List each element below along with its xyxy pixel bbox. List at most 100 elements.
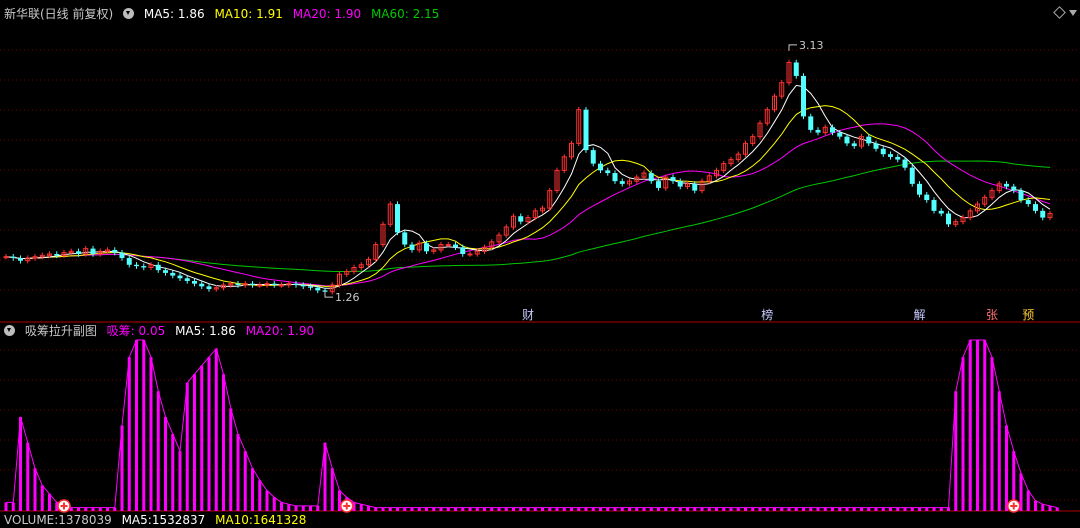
xichou-bar — [243, 451, 247, 511]
xichou-bar — [222, 374, 225, 511]
event-marker-136: 张 — [986, 308, 998, 322]
candle-body-down — [184, 278, 190, 281]
xichou-bar — [1026, 490, 1030, 511]
main-legend: 新华联(日线 前复权) MA5: 1.86 MA10: 1.91 MA20: 1… — [4, 6, 445, 22]
candle-body-down — [1040, 210, 1046, 218]
candle-body-up — [445, 244, 451, 247]
xichou-bar — [229, 408, 233, 511]
xichou-bar — [265, 490, 269, 511]
volume-ma10: MA10:1641328 — [215, 513, 307, 527]
candle-body-down — [815, 129, 821, 133]
candle-body-down — [844, 136, 850, 144]
candle-body-down — [402, 232, 408, 245]
candle-body-down — [395, 204, 400, 233]
candle-body-down — [590, 150, 596, 164]
candle-body-down — [880, 148, 886, 155]
sub-legend-ma5: MA5: 1.86 — [175, 324, 236, 338]
xichou-bar — [1034, 500, 1037, 511]
event-marker-141: 预 — [1022, 308, 1034, 322]
xichou-bar — [142, 340, 146, 511]
stock-chart-svg[interactable]: 3.13 1.26 财 榜 解 张 预 — [0, 0, 1080, 520]
candle-body-down — [648, 173, 654, 182]
candle-body-down — [192, 280, 197, 284]
event-marker-72: 财 — [522, 308, 534, 322]
candle-body-down — [271, 283, 277, 286]
candle-body-down — [1033, 204, 1038, 211]
candle-body-down — [134, 264, 139, 267]
xichou-bar — [272, 497, 276, 511]
xichou-bar — [251, 468, 254, 511]
xichou-bar — [1041, 504, 1045, 511]
sub-title: 吸筹拉升副图 — [24, 324, 97, 338]
xichou-bar — [236, 434, 240, 511]
candle-body-down — [1011, 186, 1017, 191]
xichou-bar — [294, 505, 298, 511]
candle-body-down — [583, 109, 589, 151]
candle-body-down — [250, 283, 255, 286]
candle-body-up — [467, 253, 473, 256]
xichou-bar — [207, 357, 211, 511]
xichou-bar — [258, 480, 262, 511]
candle-body-down — [851, 143, 857, 147]
event-marker-105: 榜 — [761, 307, 773, 322]
candle-body-down — [199, 283, 205, 287]
xichou-bar — [1055, 507, 1059, 511]
xichou-bar — [127, 357, 131, 511]
xichou-bar — [200, 365, 204, 511]
xichou-bar — [359, 504, 363, 511]
volume-value: VOLUME:1378039 — [4, 513, 112, 527]
candle-body-down — [460, 247, 466, 254]
xichou-bar — [280, 502, 283, 511]
sub-legend-ma20: MA20: 1.90 — [245, 324, 315, 338]
candle-body-down — [931, 200, 937, 211]
candle-body-down — [206, 286, 212, 290]
candle-body-down — [518, 216, 524, 222]
candle-body-up — [257, 284, 263, 287]
candle-body-down — [909, 167, 915, 184]
candle-body-down — [453, 244, 458, 248]
xichou-bar — [330, 468, 334, 511]
xichou-bar — [997, 391, 1001, 511]
xichou-bar — [968, 340, 972, 511]
xichou-line — [6, 339, 1058, 509]
xichou-bar — [171, 434, 175, 511]
candle-body-down — [90, 248, 96, 254]
xichou-bar — [48, 493, 51, 511]
sub-legend-menu-icon[interactable] — [4, 325, 15, 336]
xichou-bar — [135, 340, 138, 511]
candle-body-down — [170, 272, 176, 276]
xichou-bar — [11, 502, 15, 511]
xichou-bar — [316, 505, 320, 511]
candle-body-down — [670, 177, 676, 182]
candle-body-down — [946, 213, 951, 225]
chart-stage[interactable]: 3.13 1.26 财 榜 解 张 预 新华联(日线 前复权) MA5: 1.86 MA10… — [0, 0, 1080, 527]
xichou-bar — [301, 505, 305, 511]
candle-body-down — [315, 287, 321, 291]
candle-body-up — [3, 256, 9, 259]
xichou-bar — [4, 502, 8, 511]
legend-menu-icon[interactable] — [123, 8, 135, 19]
candle-body-down — [888, 154, 893, 157]
xichou-bar — [983, 340, 987, 511]
xichou-bar — [990, 357, 994, 511]
candle-body-down — [119, 252, 125, 259]
dropdown-caret-icon[interactable] — [1069, 10, 1077, 16]
legend-ma60: MA60: 2.15 — [370, 7, 440, 21]
xichou-bar — [976, 340, 979, 511]
low-annotation-label: 1.26 — [335, 291, 360, 304]
xichou-bar — [287, 504, 291, 511]
candle-body-down — [112, 249, 118, 253]
legend-ma10: MA10: 1.91 — [214, 7, 283, 21]
volume-legend: VOLUME:1378039 MA5:1532837 MA10:1641328 — [4, 512, 312, 528]
candle-body-down — [895, 156, 901, 160]
stock-title: 新华联(日线 前复权) — [4, 7, 114, 21]
candle-body-down — [163, 270, 168, 273]
candle-body-down — [866, 136, 872, 144]
xichou-bar — [149, 357, 153, 511]
xichou-bar — [164, 416, 167, 511]
candle-body-down — [177, 275, 183, 279]
xichou-bar — [309, 505, 312, 511]
volume-ma5: MA5:1532837 — [121, 513, 206, 527]
candle-body-down — [692, 183, 698, 191]
ma20-line — [5, 123, 1051, 287]
